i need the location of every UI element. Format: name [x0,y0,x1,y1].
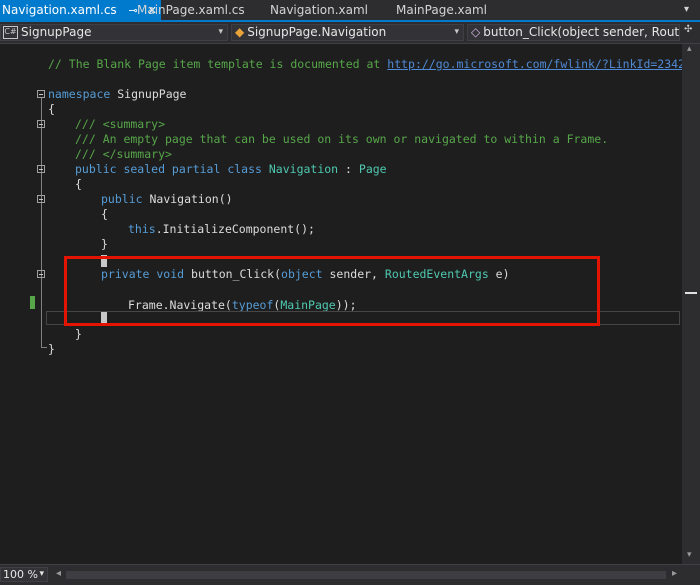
collapse-toggle-icon[interactable] [37,90,45,98]
code-line: public sealed partial class Navigation :… [75,162,387,176]
method-icon: ◇ [471,25,481,39]
tab-label: MainPage.xaml.cs [137,3,245,17]
code-line: } [75,327,82,341]
code-line: namespace SignupPage [48,87,187,101]
code-line: /// <summary> [75,117,166,131]
collapse-toggle-icon[interactable] [37,270,45,278]
class-dropdown[interactable]: ◆ SignupPage.Navigation ▾ [231,24,464,41]
code-line: public Navigation() [101,192,233,206]
split-editor-icon[interactable]: ✣ [684,24,692,35]
tab-label: MainPage.xaml [396,3,487,17]
code-line: // The Blank Page item template is docum… [48,57,682,72]
zoom-dropdown[interactable]: 100 % ▾ [0,567,48,582]
code-line: this.InitializeComponent(); [128,222,315,236]
collapse-toggle-icon[interactable] [37,165,45,173]
fwlink-link[interactable]: http://go.microsoft.com/fwlink/?LinkId=2… [387,57,682,71]
collapse-toggle-icon[interactable] [37,195,45,203]
code-line: } [48,342,55,356]
highlight-annotation-box [64,256,600,326]
tab-overflow-icon[interactable]: ▾ [684,0,689,20]
code-line: { [48,102,55,116]
code-line: { [75,177,82,191]
scroll-up-icon[interactable]: ▴ [687,44,692,54]
project-dropdown-value: SignupPage [21,25,92,39]
document-tab-strip: Navigation.xaml.cs ⊸ ✕ MainPage.xaml.cs … [0,0,700,22]
scroll-right-icon[interactable]: ▸ [672,568,677,579]
member-dropdown[interactable]: ◇button_Click(object sender, RoutedEven [467,24,680,41]
code-line: { [101,207,108,221]
code-line: /// An empty page that can be used on it… [75,132,609,146]
zoom-value: 100 % [3,568,38,581]
chevron-down-icon: ▾ [218,27,223,37]
class-icon: ◆ [235,25,245,39]
code-editor[interactable]: // The Blank Page item template is docum… [0,44,682,564]
outline-guide [41,347,47,348]
tab-navigation-xaml[interactable]: Navigation.xaml [270,0,368,20]
change-marker [30,296,35,309]
collapse-toggle-icon[interactable] [37,120,45,128]
tab-label: Navigation.xaml.cs [2,3,117,17]
navigation-bar: C# SignupPage ▾ ◆ SignupPage.Navigation ▾ … [0,22,700,44]
vertical-scrollbar[interactable]: ▴ ▾ [682,44,700,564]
project-dropdown[interactable]: C# SignupPage ▾ [0,24,228,41]
code-line: } [101,237,108,251]
tab-mainpage-xaml[interactable]: MainPage.xaml [396,0,487,20]
bottom-bar: 100 % ▾ ◂ ▸ [0,564,700,585]
member-dropdown-value: button_Click(object sender, RoutedEven [483,25,680,39]
scroll-position-marker [685,292,697,294]
chevron-down-icon: ▾ [454,27,459,37]
horizontal-scroll-track[interactable] [66,571,666,579]
scroll-left-icon[interactable]: ◂ [56,568,61,579]
class-dropdown-value: SignupPage.Navigation [247,25,387,39]
chevron-down-icon: ▾ [39,569,44,579]
outline-guide [41,97,42,347]
code-line: /// </summary> [75,147,172,161]
scroll-down-icon[interactable]: ▾ [687,550,692,560]
tab-label: Navigation.xaml [270,3,369,17]
csharp-project-icon: C# [3,26,18,39]
tab-mainpage-xaml-cs[interactable]: MainPage.xaml.cs [137,0,245,20]
